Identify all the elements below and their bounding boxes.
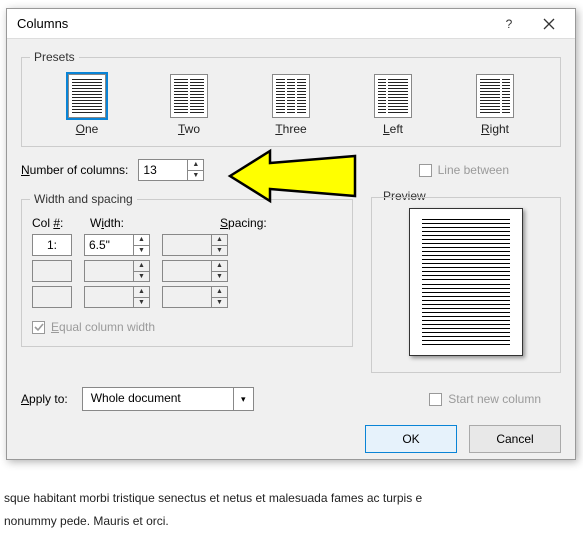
num-columns-input[interactable] [139,160,187,180]
preset-label: Left [383,122,403,136]
spacing-input [163,235,211,255]
checkbox-box [419,164,432,177]
preset-label: Two [178,122,200,136]
apply-to-value: Whole document [83,388,233,410]
spinner-up-icon[interactable]: ▲ [188,160,203,171]
spacing-header: Spacing: [220,216,338,230]
width-spacing-label: Width and spacing [30,192,137,206]
apply-to-select[interactable]: Whole document ▾ [82,387,254,411]
close-icon [543,18,555,30]
preset-one[interactable]: One [68,74,106,136]
close-button[interactable] [529,10,569,38]
preset-label: Three [275,122,306,136]
checkbox-box [32,321,45,334]
equal-width-label: Equal column width [51,320,155,334]
equal-width-checkbox: Equal column width [32,320,342,334]
chevron-down-icon[interactable]: ▾ [233,388,253,410]
num-columns-spinner[interactable]: ▲▼ [138,159,204,181]
preset-three[interactable]: Three [272,74,310,136]
num-columns-label: Number of columns: [21,163,128,177]
preset-label: Right [481,122,509,136]
columns-icon [272,74,310,118]
width-spinner: ▲▼ [84,286,150,308]
col-header: Col #: [32,216,78,230]
doc-text-1: sque habitant morbi tristique senectus e… [4,491,422,505]
presets-group: Presets OneTwoThreeLeftRight [21,57,561,147]
table-row: ▲▼ ▲▼ [32,260,342,282]
col-num-cell: 1: [32,234,72,256]
presets-label: Presets [30,50,79,64]
checkbox-box [429,393,442,406]
width-input[interactable] [85,235,133,255]
col-num-cell [32,286,72,308]
columns-icon [374,74,412,118]
dialog-title: Columns [17,16,489,31]
preview-page [409,208,523,356]
width-spinner[interactable]: ▲▼ [84,234,150,256]
preset-label: One [76,122,99,136]
line-between-label: Line between [438,163,509,177]
titlebar: Columns ? [7,9,575,39]
start-new-column-label: Start new column [448,392,541,406]
preset-left[interactable]: Left [374,74,412,136]
width-spinner: ▲▼ [84,260,150,282]
table-row: 1: ▲▼ ▲▼ [32,234,342,256]
preset-right[interactable]: Right [476,74,514,136]
cancel-button[interactable]: Cancel [469,425,561,453]
preset-two[interactable]: Two [170,74,208,136]
table-row: ▲▼ ▲▼ [32,286,342,308]
spacing-spinner: ▲▼ [162,260,228,282]
columns-icon [68,74,106,118]
spinner-down-icon[interactable]: ▼ [188,171,203,181]
width-spacing-group: Width and spacing Col #: Width: Spacing:… [21,199,353,347]
col-num-cell [32,260,72,282]
line-between-checkbox: Line between [419,163,509,177]
columns-dialog: Columns ? Presets One Two Three Left Right N… [6,8,576,460]
start-new-column-checkbox: Start new column [429,392,541,406]
apply-to-label: Apply to: [21,392,68,406]
help-button[interactable]: ? [489,10,529,38]
ok-button[interactable]: OK [365,425,457,453]
preview-box [371,197,561,373]
width-header: Width: [90,216,208,230]
spacing-spinner: ▲▼ [162,234,228,256]
spacing-spinner: ▲▼ [162,286,228,308]
columns-icon [170,74,208,118]
check-icon [33,322,44,333]
doc-text-2: nonummy pede. Mauris et orci. [4,514,169,528]
columns-icon [476,74,514,118]
